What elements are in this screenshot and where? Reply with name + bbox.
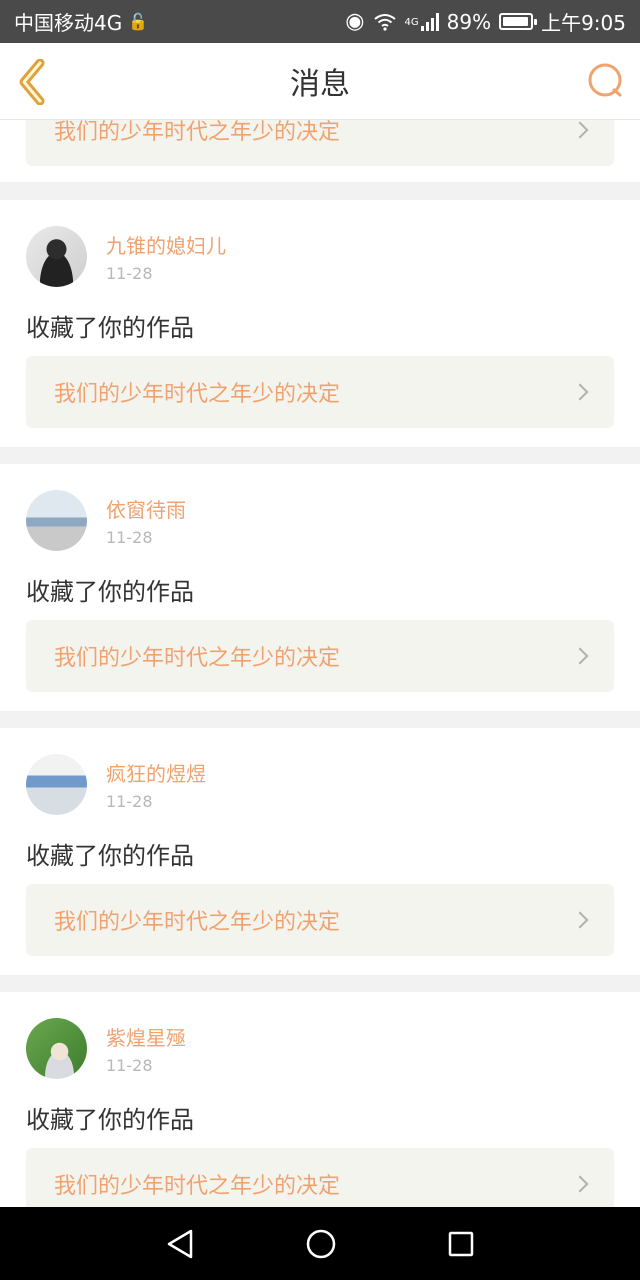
home-circle-icon[interactable] [305, 1228, 337, 1260]
work-title: 我们的少年时代之年少的决定 [54, 910, 341, 935]
work-link-card[interactable]: 我们的少年时代之年少的决定 [26, 884, 614, 956]
recents-square-icon[interactable] [447, 1230, 475, 1258]
work-link-card[interactable]: 我们的少年时代之年少的决定 [26, 620, 614, 692]
avatar[interactable] [26, 1018, 87, 1079]
avatar[interactable] [26, 754, 87, 815]
work-title: 我们的少年时代之年少的决定 [54, 120, 341, 145]
battery-percent: 89% [446, 9, 492, 34]
list-item: 九锥的媳妇儿 11-28 收藏了你的作品 我们的少年时代之年少的决定 [0, 200, 640, 447]
username[interactable]: 紫煌星殛 [106, 1022, 186, 1051]
action-text: 收藏了你的作品 [26, 578, 194, 606]
avatar[interactable] [26, 490, 87, 551]
chevron-right-icon [571, 121, 589, 139]
message-date: 11-28 [106, 264, 153, 283]
status-right: ◉ 4G 89% 上午9:05 [345, 7, 626, 36]
chevron-right-icon [571, 383, 589, 401]
network-badge: 4G [404, 17, 419, 28]
page-title: 消息 [290, 67, 350, 102]
list-item: 紫煌星殛 11-28 收藏了你的作品 我们的少年时代之年少的决定 [0, 992, 640, 1207]
back-triangle-icon[interactable] [165, 1228, 195, 1260]
list-item: 疯狂的煜煜 11-28 收藏了你的作品 我们的少年时代之年少的决定 [0, 728, 640, 975]
status-bar: 中国移动4G 🔓 ◉ 4G 89% 上午9:05 [0, 0, 640, 43]
work-link-card[interactable]: 我们的少年时代之年少的决定 [26, 1148, 614, 1207]
signal-icon [420, 12, 439, 31]
chevron-right-icon [571, 647, 589, 665]
carrier-label: 中国移动4G [14, 11, 123, 35]
wifi-icon [373, 13, 396, 31]
list-item-partial: 我们的少年时代之年少的决定 [0, 120, 640, 182]
work-title: 我们的少年时代之年少的决定 [54, 382, 341, 407]
work-title: 我们的少年时代之年少的决定 [54, 646, 341, 671]
action-text: 收藏了你的作品 [26, 314, 194, 342]
work-link-card[interactable]: 我们的少年时代之年少的决定 [26, 356, 614, 428]
back-chevron-icon[interactable] [14, 59, 54, 105]
message-date: 11-28 [106, 1056, 153, 1075]
action-text: 收藏了你的作品 [26, 1106, 194, 1134]
list-item: 依窗待雨 11-28 收藏了你的作品 我们的少年时代之年少的决定 [0, 464, 640, 711]
work-link-card[interactable]: 我们的少年时代之年少的决定 [26, 120, 614, 166]
avatar[interactable] [26, 226, 87, 287]
action-text: 收藏了你的作品 [26, 842, 194, 870]
message-date: 11-28 [106, 528, 153, 547]
battery-icon [499, 13, 538, 30]
username[interactable]: 依窗待雨 [106, 494, 186, 523]
search-icon[interactable] [586, 61, 626, 101]
clock: 上午9:05 [541, 11, 626, 35]
system-nav-bar [0, 1207, 640, 1280]
message-date: 11-28 [106, 792, 153, 811]
username[interactable]: 九锥的媳妇儿 [106, 230, 226, 259]
message-list[interactable]: 我们的少年时代之年少的决定 九锥的媳妇儿 11-28 收藏了你的作品 我们的少年… [0, 120, 640, 1207]
username[interactable]: 疯狂的煜煜 [106, 758, 206, 787]
work-title: 我们的少年时代之年少的决定 [54, 1174, 341, 1199]
chevron-right-icon [571, 911, 589, 929]
status-left: 中国移动4G 🔓 [14, 7, 148, 36]
eye-comfort-icon: ◉ [345, 9, 365, 34]
chevron-right-icon [571, 1175, 589, 1193]
header-bar: 消息 [0, 43, 640, 120]
lock-icon: 🔓 [128, 12, 149, 31]
